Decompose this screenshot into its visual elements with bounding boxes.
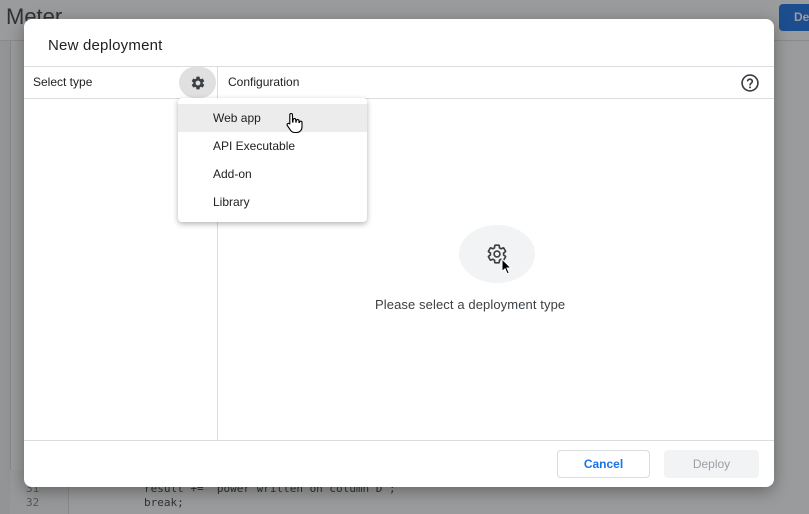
menu-item-api-executable[interactable]: API Executable: [178, 132, 367, 160]
empty-state-icon-container: [459, 225, 535, 283]
gear-icon: [191, 76, 204, 89]
menu-item-add-on[interactable]: Add-on: [178, 160, 367, 188]
header-divider: [24, 66, 774, 67]
deploy-button[interactable]: Deploy: [664, 450, 759, 478]
footer-divider: [24, 440, 774, 441]
hand-pointer-cursor: [286, 112, 303, 134]
new-deployment-dialog: New deployment Select type Configuration…: [24, 19, 774, 487]
help-circle-icon[interactable]: [740, 73, 760, 93]
arrow-cursor: [501, 258, 513, 275]
subheader-divider: [24, 98, 774, 99]
empty-state-text: Please select a deployment type: [375, 297, 566, 312]
dialog-title: New deployment: [48, 37, 163, 54]
deployment-type-menu: Web app API Executable Add-on Library: [178, 98, 367, 222]
select-type-settings-button[interactable]: [179, 67, 216, 98]
menu-item-web-app[interactable]: Web app: [178, 104, 367, 132]
select-type-label: Select type: [33, 75, 93, 89]
configuration-label: Configuration: [228, 75, 300, 89]
menu-item-library[interactable]: Library: [178, 188, 367, 216]
cancel-button[interactable]: Cancel: [557, 450, 650, 478]
